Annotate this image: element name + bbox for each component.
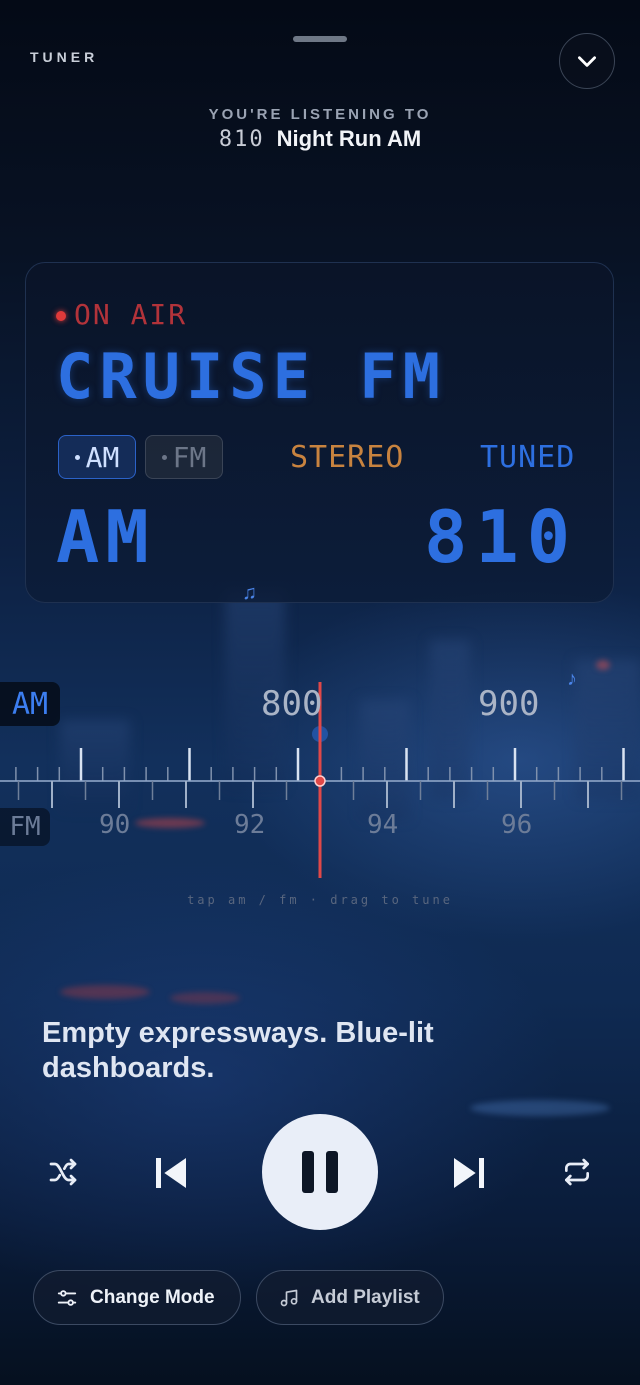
tuned-indicator: TUNED bbox=[480, 440, 576, 475]
now-playing-station: Night Run AM bbox=[276, 126, 422, 151]
station-tagline: Empty expressways. Blue-lit dashboards. bbox=[42, 1017, 434, 1084]
shuffle-button[interactable] bbox=[43, 1152, 83, 1192]
dial-am-mark: 800 bbox=[261, 684, 323, 724]
dial-fm-mark: 90 bbox=[99, 810, 131, 840]
chevron-down-icon bbox=[578, 56, 596, 67]
dial-hint: tap am / fm · drag to tune bbox=[187, 893, 453, 907]
band-toggle-am-label: AM bbox=[85, 440, 120, 474]
stereo-indicator: STEREO bbox=[290, 440, 405, 475]
sheet-grabber[interactable] bbox=[293, 36, 347, 42]
band-toggle-fm[interactable]: FM bbox=[145, 435, 223, 479]
pause-button[interactable] bbox=[262, 1114, 378, 1230]
add-playlist-button[interactable]: Add Playlist bbox=[256, 1270, 444, 1325]
dial-fm-mark: 92 bbox=[234, 810, 266, 840]
dial-fm-mark: 94 bbox=[367, 810, 399, 840]
on-air-led bbox=[56, 311, 66, 321]
station-name-display: CRUISE FM bbox=[56, 340, 446, 413]
previous-icon bbox=[156, 1158, 186, 1188]
pause-icon bbox=[302, 1151, 338, 1193]
collapse-button[interactable] bbox=[559, 33, 615, 89]
tuner-label: TUNER bbox=[30, 49, 99, 65]
on-air-label: ON AIR bbox=[74, 298, 188, 331]
listening-label: YOU'RE LISTENING TO bbox=[208, 106, 432, 123]
inactive-dot bbox=[161, 454, 167, 460]
change-mode-label: Change Mode bbox=[90, 1286, 215, 1308]
band-display: AM bbox=[56, 495, 155, 579]
next-button[interactable] bbox=[446, 1150, 492, 1196]
on-air-indicator: ON AIR bbox=[56, 298, 187, 331]
dial-am-mark: 900 bbox=[478, 684, 540, 724]
repeat-button[interactable] bbox=[557, 1152, 597, 1192]
tuning-needle-knob bbox=[314, 775, 326, 787]
music-note-icon bbox=[280, 1289, 298, 1306]
dial-fm-mark: 96 bbox=[501, 810, 533, 840]
repeat-icon bbox=[565, 1158, 589, 1186]
band-toggle-am[interactable]: AM bbox=[58, 435, 136, 479]
music-note-icon: ♫ bbox=[242, 582, 257, 604]
previous-button[interactable] bbox=[148, 1150, 194, 1196]
dial-fm-label[interactable]: FM bbox=[0, 808, 50, 846]
shuffle-icon bbox=[49, 1158, 77, 1186]
change-mode-button[interactable]: Change Mode bbox=[33, 1270, 241, 1325]
add-playlist-label: Add Playlist bbox=[311, 1286, 420, 1308]
now-playing-frequency: 810 bbox=[218, 127, 265, 152]
sliders-icon bbox=[57, 1289, 77, 1306]
band-toggle-fm-label: FM bbox=[172, 440, 207, 474]
next-icon bbox=[454, 1158, 484, 1188]
active-dot bbox=[74, 454, 80, 460]
frequency-display: 810 bbox=[424, 495, 579, 579]
now-playing: 810 Night Run AM bbox=[0, 126, 640, 152]
dial-am-label[interactable]: AM bbox=[0, 682, 60, 726]
